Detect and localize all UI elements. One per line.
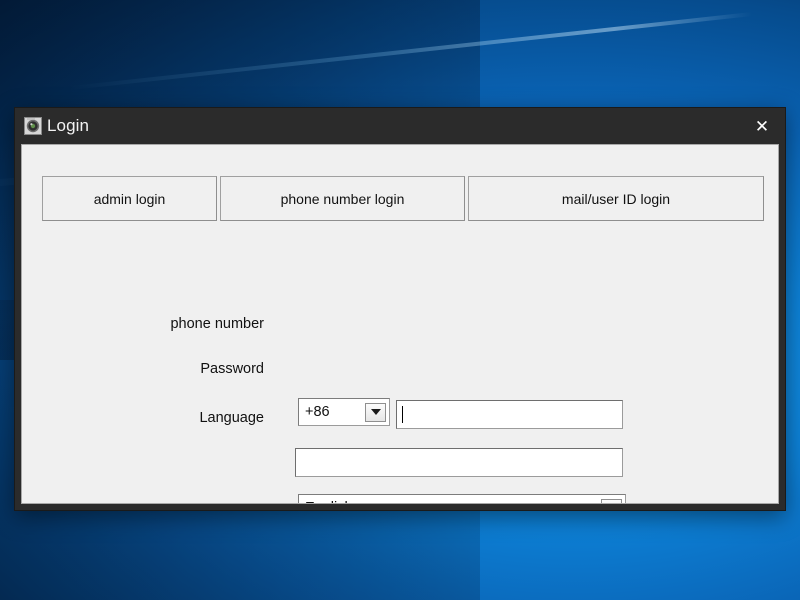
- chevron-down-icon[interactable]: [601, 499, 622, 505]
- chevron-down-icon[interactable]: [365, 403, 386, 422]
- login-mode-tabs: admin login phone number login mail/user…: [42, 176, 764, 221]
- camera-icon: [23, 115, 45, 137]
- country-code-value: +86: [299, 404, 365, 420]
- password-label: Password: [104, 361, 264, 377]
- password-input[interactable]: [295, 448, 623, 477]
- tab-admin-login[interactable]: admin login: [42, 176, 217, 221]
- phone-number-label: phone number: [104, 316, 264, 332]
- phone-number-input[interactable]: [396, 400, 623, 429]
- login-dialog: Login ✕ admin login phone number login m…: [14, 107, 786, 511]
- window-title: Login: [47, 117, 89, 135]
- tab-mail-user-id-login-label: mail/user ID login: [562, 191, 670, 207]
- desktop: Login ✕ admin login phone number login m…: [0, 0, 800, 600]
- chevron-down-glyph: [371, 409, 381, 415]
- language-label: Language: [104, 410, 264, 426]
- tab-phone-number-login[interactable]: phone number login: [220, 176, 465, 221]
- tab-admin-login-label: admin login: [94, 191, 166, 207]
- titlebar: Login ✕: [15, 108, 785, 144]
- close-icon[interactable]: ✕: [739, 108, 785, 144]
- language-value: English: [299, 500, 601, 504]
- language-select[interactable]: English: [298, 494, 626, 504]
- text-caret: [402, 406, 403, 423]
- tab-mail-user-id-login[interactable]: mail/user ID login: [468, 176, 764, 221]
- tab-phone-number-login-label: phone number login: [281, 191, 405, 207]
- country-code-select[interactable]: +86: [298, 398, 390, 426]
- dialog-client-area: admin login phone number login mail/user…: [21, 144, 779, 504]
